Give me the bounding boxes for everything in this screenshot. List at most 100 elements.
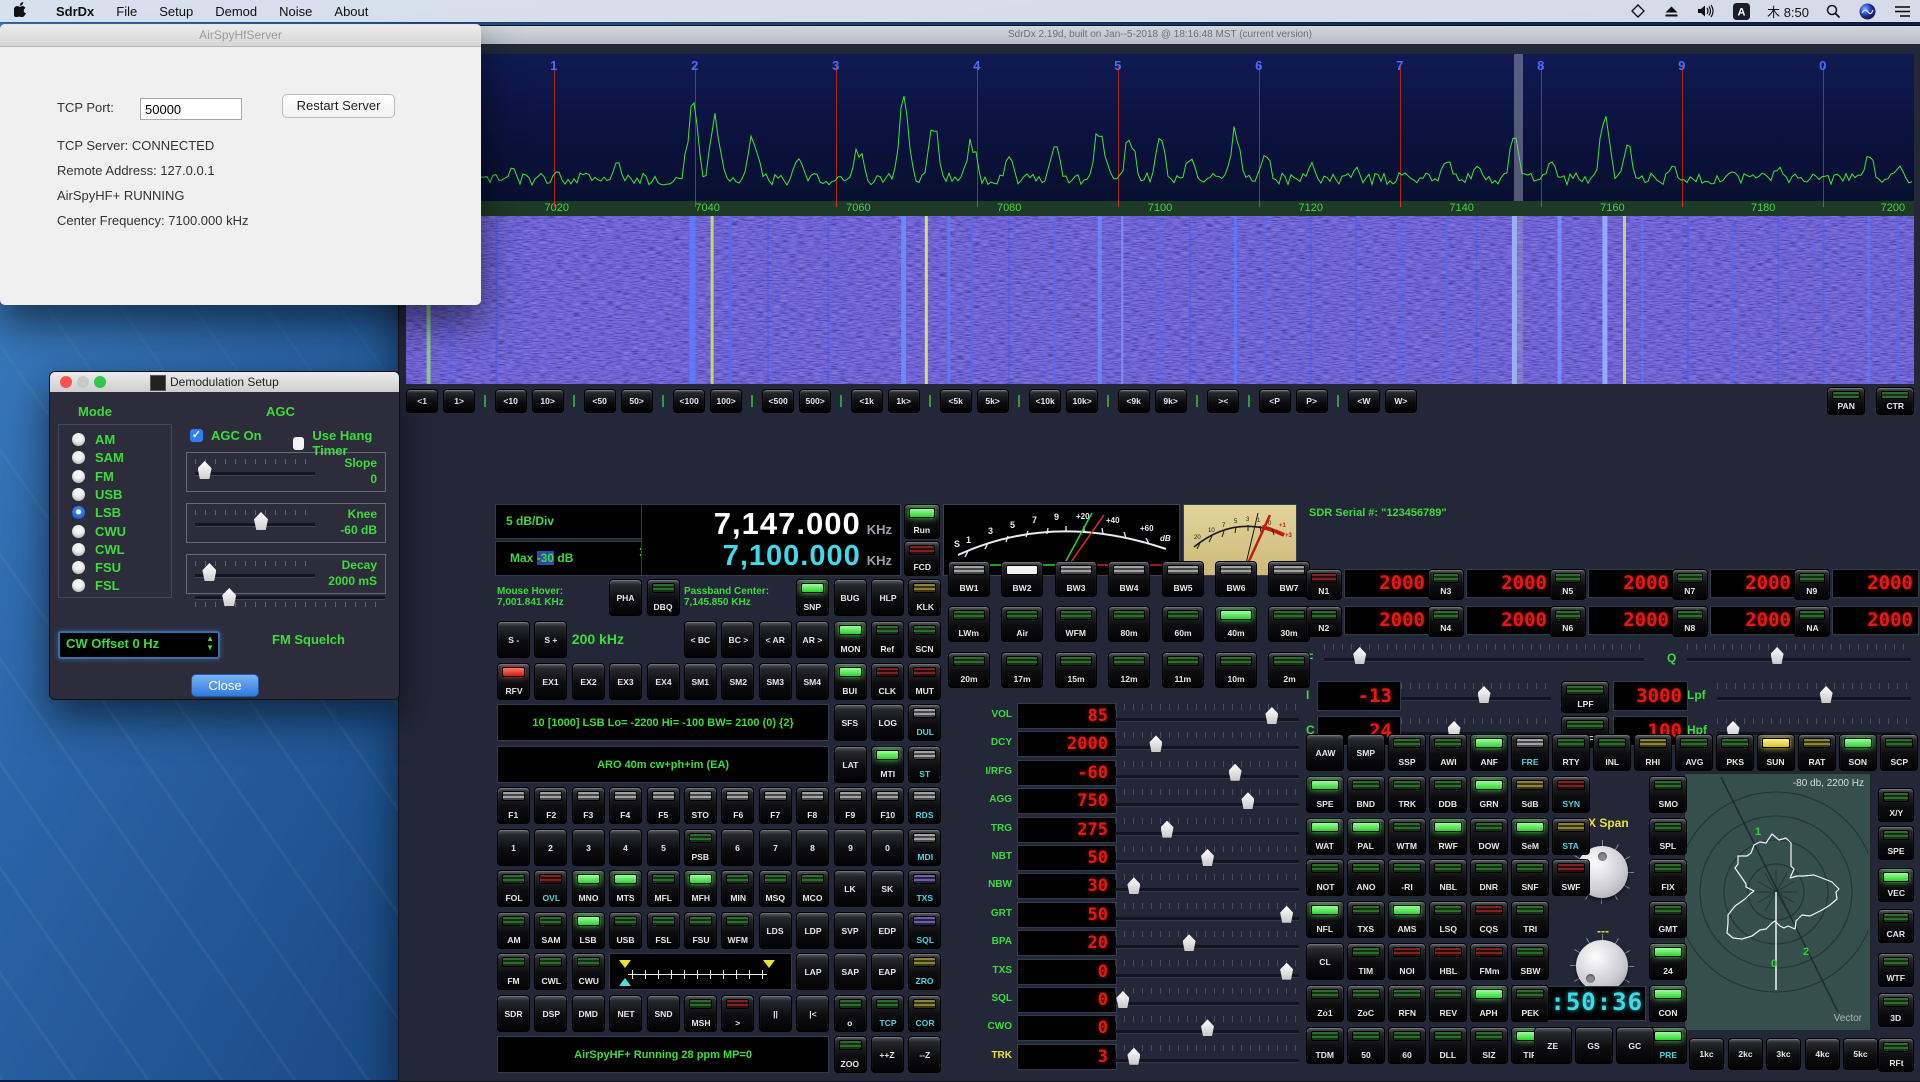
btn-12m[interactable]: 12m [1108, 652, 1150, 688]
slider-grt[interactable] [1115, 903, 1299, 925]
btn-fm[interactable]: FM [497, 953, 530, 990]
mode-radio-sam[interactable]: SAM [72, 450, 124, 465]
mode-radio-fsu[interactable]: FSU [72, 560, 121, 575]
btn-bw4[interactable]: BW4 [1108, 561, 1150, 597]
cw-offset-field[interactable]: CW Offset 0 Hz ▲▼ [58, 631, 220, 659]
btn--z[interactable]: ++Z [871, 1036, 904, 1073]
btn-zoo[interactable]: ZOO [834, 1036, 867, 1073]
slider-nbt[interactable] [1115, 846, 1299, 868]
btn-gmt[interactable]: GMT [1649, 901, 1687, 938]
btn-nbl[interactable]: NBL [1429, 859, 1467, 896]
step-W[interactable]: W> [1385, 389, 1417, 413]
menu-setup[interactable]: Setup [148, 4, 204, 19]
fm-squelch-slider[interactable] [195, 586, 385, 608]
db-per-div-display[interactable]: 5 dB/Div [495, 504, 648, 539]
btn-smp[interactable]: SMP [1347, 734, 1385, 771]
menu-sdrdx[interactable]: SdrDx [45, 4, 105, 19]
btn-sta[interactable]: STA [1552, 818, 1590, 855]
btn-o[interactable]: o [834, 995, 867, 1032]
slider-trk[interactable] [1115, 1045, 1299, 1067]
btn-5kc[interactable]: 5kc [1843, 1038, 1878, 1070]
btn-dmd[interactable]: DMD [572, 995, 605, 1032]
btn-lap[interactable]: LAP [796, 953, 829, 990]
step-1k[interactable]: <1k [851, 389, 883, 413]
btn-dow[interactable]: DOW [1470, 818, 1508, 855]
btn-bw1[interactable]: BW1 [948, 561, 990, 597]
btn-na[interactable]: NA [1794, 606, 1830, 637]
btn-tri[interactable]: TRI [1511, 901, 1549, 938]
btn-inl[interactable]: INL [1593, 734, 1631, 771]
btn-mfh[interactable]: MFH [684, 870, 717, 907]
btn-6[interactable]: 6 [721, 829, 754, 866]
step-500[interactable]: 500> [799, 389, 831, 413]
btn-ddb[interactable]: DDB [1429, 776, 1467, 813]
btn-sm1[interactable]: SM1 [684, 663, 717, 700]
btn-cwu[interactable]: CWU [572, 953, 605, 990]
btn-bui[interactable]: BUI [834, 663, 867, 700]
btn-f10[interactable]: F10 [871, 787, 904, 824]
btn-snf[interactable]: SNF [1511, 859, 1549, 896]
close-button[interactable]: Close [191, 674, 259, 697]
menu-noise[interactable]: Noise [268, 4, 323, 19]
btn-50[interactable]: 50 [1347, 1027, 1385, 1064]
btn-cqs[interactable]: CQS [1470, 901, 1508, 938]
gain-knob[interactable] [1576, 940, 1628, 992]
btn-rft[interactable]: RFt [1878, 1038, 1914, 1072]
btn-ex2[interactable]: EX2 [572, 663, 605, 700]
btn-sap[interactable]: SAP [834, 953, 867, 990]
btn-ze[interactable]: ZE [1534, 1027, 1572, 1064]
step-10k[interactable]: 10k> [1066, 389, 1098, 413]
btn-lds[interactable]: LDS [759, 912, 792, 949]
btn-pal[interactable]: PAL [1347, 818, 1385, 855]
step-9k[interactable]: 9k> [1155, 389, 1187, 413]
knee-slider[interactable] [195, 510, 315, 534]
btn-zo1[interactable]: Zo1 [1306, 985, 1344, 1022]
btn-7[interactable]: 7 [759, 829, 792, 866]
step-1[interactable]: <1 [406, 389, 438, 413]
mode-radio-cwu[interactable]: CWU [72, 524, 126, 539]
step-5k[interactable]: 5k> [977, 389, 1009, 413]
btn-cor[interactable]: COR [908, 995, 941, 1032]
btn-3d[interactable]: 3D [1878, 993, 1914, 1027]
btn-noi[interactable]: NOI [1388, 943, 1426, 980]
btn-sdb[interactable]: SdB [1511, 776, 1549, 813]
btn-msh[interactable]: MSH [684, 995, 717, 1032]
slider-cwo[interactable] [1115, 1016, 1299, 1038]
btn-lat[interactable]: LAT [834, 746, 867, 783]
btn-f7[interactable]: F7 [759, 787, 792, 824]
menu-file[interactable]: File [105, 4, 148, 19]
btn-fol[interactable]: FOL [497, 870, 530, 907]
btn-net[interactable]: NET [609, 995, 642, 1032]
step-10k[interactable]: <10k [1029, 389, 1061, 413]
airspy-titlebar[interactable]: AirSpyHfServer [0, 24, 481, 47]
sdrdx-titlebar[interactable]: SdrDx 2.19d, built on Jan--5-2018 @ 18:1… [399, 26, 1920, 44]
btn--[interactable]: |< [796, 995, 829, 1032]
slider-sql[interactable] [1115, 988, 1299, 1010]
btn-avg[interactable]: AVG [1675, 734, 1713, 771]
btn-pks[interactable]: PKS [1716, 734, 1754, 771]
btn-siz[interactable]: SIZ [1470, 1027, 1508, 1064]
waterfall-display[interactable] [406, 216, 1914, 384]
btn-0[interactable]: 0 [871, 829, 904, 866]
btn-wfm[interactable]: WFM [1055, 606, 1097, 642]
max-db-display[interactable]: Max -30 dB ▲▼ [495, 541, 652, 576]
fm-squelch-handle[interactable] [222, 588, 236, 606]
btn-mon[interactable]: MON [834, 621, 867, 658]
step-5k[interactable]: <5k [940, 389, 972, 413]
btn-bc-[interactable]: BC > [721, 621, 754, 658]
spectrum-display[interactable]: 1234567890 [406, 54, 1914, 201]
btn-lwm[interactable]: LWm [948, 606, 990, 642]
btn-x-y[interactable]: X/Y [1878, 788, 1914, 822]
step-500[interactable]: <500 [762, 389, 794, 413]
btn-mut[interactable]: MUT [908, 663, 941, 700]
slider-txs[interactable] [1115, 960, 1299, 982]
btn-spe[interactable]: SPE [1306, 776, 1344, 813]
btn-f3[interactable]: F3 [572, 787, 605, 824]
btn-n5[interactable]: N5 [1550, 569, 1586, 600]
diamond-icon[interactable] [1630, 3, 1646, 19]
btn-ssp[interactable]: SSP [1388, 734, 1426, 771]
btn-f1[interactable]: F1 [497, 787, 530, 824]
restart-server-button[interactable]: Restart Server [282, 94, 395, 118]
btn-ex1[interactable]: EX1 [534, 663, 567, 700]
menu-demod[interactable]: Demod [204, 4, 268, 19]
